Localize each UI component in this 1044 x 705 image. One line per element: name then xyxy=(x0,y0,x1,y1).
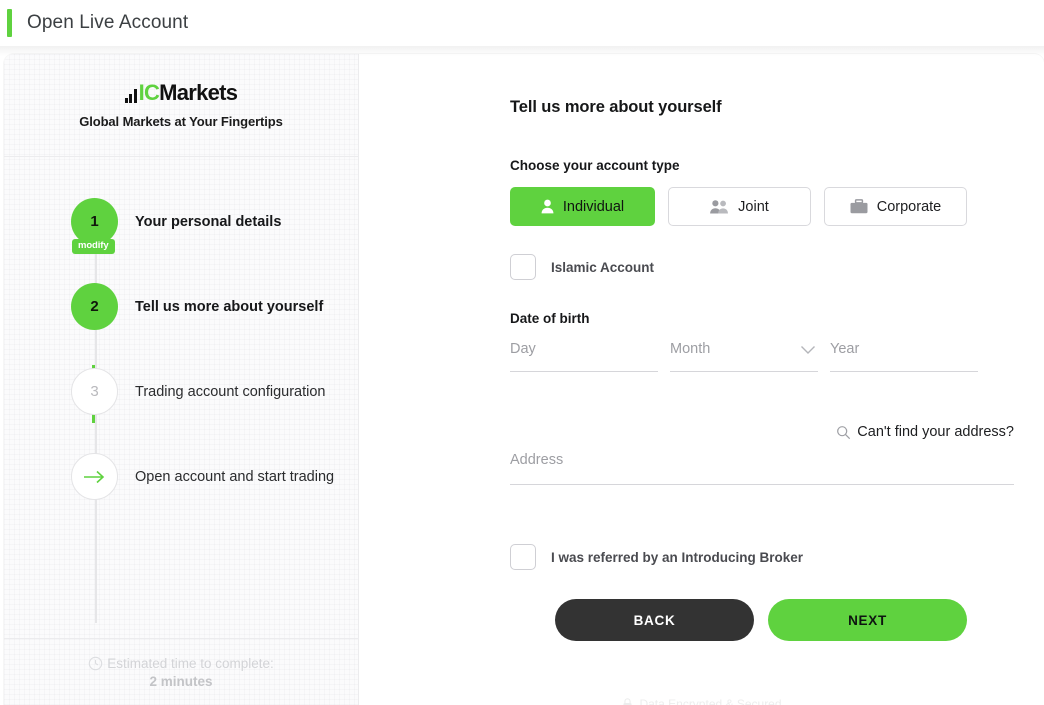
account-type-group: Individual Joint Corporate xyxy=(510,187,1016,226)
step-label-2: Tell us more about yourself xyxy=(135,298,324,315)
sidebar: IC Markets Global Markets at Your Finger… xyxy=(4,54,359,705)
eta-value: 2 minutes xyxy=(149,673,213,689)
people-icon xyxy=(710,200,729,214)
dob-year-input[interactable]: Year xyxy=(830,341,978,372)
briefcase-icon xyxy=(850,199,868,214)
brand-logo: IC Markets xyxy=(124,79,238,105)
address-input[interactable]: Address xyxy=(510,452,1014,485)
brand-block: IC Markets Global Markets at Your Finger… xyxy=(4,54,358,157)
address-placeholder: Address xyxy=(510,452,564,468)
dob-year-placeholder: Year xyxy=(830,341,860,357)
step-label-3: Trading account configuration xyxy=(135,383,326,400)
introducing-broker-row[interactable]: I was referred by an Introducing Broker xyxy=(510,544,1016,570)
page-header: Open Live Account xyxy=(0,0,1044,46)
step-label-4: Open account and start trading xyxy=(135,468,335,485)
step-item-3[interactable]: 3 Trading account configuration xyxy=(4,349,358,434)
back-button[interactable]: BACK xyxy=(555,599,754,641)
account-type-individual[interactable]: Individual xyxy=(510,187,655,226)
account-type-individual-label: Individual xyxy=(562,198,625,215)
islamic-account-row[interactable]: Islamic Account xyxy=(510,254,1016,280)
dob-day-placeholder: Day xyxy=(510,341,536,357)
search-icon xyxy=(837,425,851,439)
chevron-down-icon xyxy=(801,346,815,354)
step-modify-badge[interactable]: modify xyxy=(72,239,115,254)
step-marker-2: 2 xyxy=(71,283,118,330)
step-item-4[interactable]: Open account and start trading xyxy=(4,434,358,519)
secure-note-label: Data Encrypted & Secured xyxy=(639,697,782,705)
step-label-1: Your personal details xyxy=(135,213,282,230)
step-marker-3: 3 xyxy=(71,368,118,415)
next-button[interactable]: NEXT xyxy=(768,599,967,641)
introducing-broker-label: I was referred by an Introducing Broker xyxy=(551,549,804,565)
lock-icon xyxy=(623,698,632,705)
step-marker-4 xyxy=(71,453,118,500)
registration-card: IC Markets Global Markets at Your Finger… xyxy=(4,54,1044,705)
sidebar-footer: Estimated time to complete: 2 minutes xyxy=(4,638,358,705)
main-form: Tell us more about yourself Choose your … xyxy=(360,54,1044,705)
clock-icon xyxy=(88,656,103,670)
address-help-link[interactable]: Can't find your address? xyxy=(510,424,1014,440)
date-of-birth-row: Day Month Year xyxy=(510,341,1016,372)
brand-name-ic: IC xyxy=(138,79,160,105)
form-title: Tell us more about yourself xyxy=(510,98,722,116)
dob-month-select[interactable]: Month xyxy=(670,341,818,372)
account-type-label: Choose your account type xyxy=(510,158,680,173)
account-type-joint-label: Joint xyxy=(738,198,769,215)
dob-month-placeholder: Month xyxy=(670,341,711,357)
address-help-label: Can't find your address? xyxy=(857,424,1014,440)
secure-note: Data Encrypted & Secured xyxy=(360,697,1044,705)
bar-chart-icon xyxy=(124,88,137,103)
eta-label: Estimated time to complete: xyxy=(107,655,274,671)
person-icon xyxy=(541,199,554,214)
form-actions: BACK NEXT xyxy=(555,599,1016,641)
eta-row: Estimated time to complete: xyxy=(88,656,274,671)
brand-tagline: Global Markets at Your Fingertips xyxy=(79,113,283,129)
date-of-birth-label: Date of birth xyxy=(510,311,590,326)
step-item-2[interactable]: 2 Tell us more about yourself xyxy=(4,264,358,349)
account-type-corporate-label: Corporate xyxy=(876,198,942,215)
step-marker-1: 1 xyxy=(71,198,118,245)
account-type-corporate[interactable]: Corporate xyxy=(824,187,967,226)
introducing-broker-checkbox[interactable] xyxy=(510,544,536,570)
step-item-1[interactable]: 1 modify Your personal details xyxy=(4,179,358,264)
stepper: 1 modify Your personal details 2 Tell us… xyxy=(4,157,358,623)
islamic-account-label: Islamic Account xyxy=(551,259,655,275)
arrow-right-icon xyxy=(83,470,104,483)
brand-name-markets: Markets xyxy=(159,79,238,105)
account-type-joint[interactable]: Joint xyxy=(668,187,811,226)
islamic-account-checkbox[interactable] xyxy=(510,254,536,280)
dob-day-input[interactable]: Day xyxy=(510,341,658,372)
header-accent-bar xyxy=(7,9,12,37)
page-title: Open Live Account xyxy=(27,12,189,33)
